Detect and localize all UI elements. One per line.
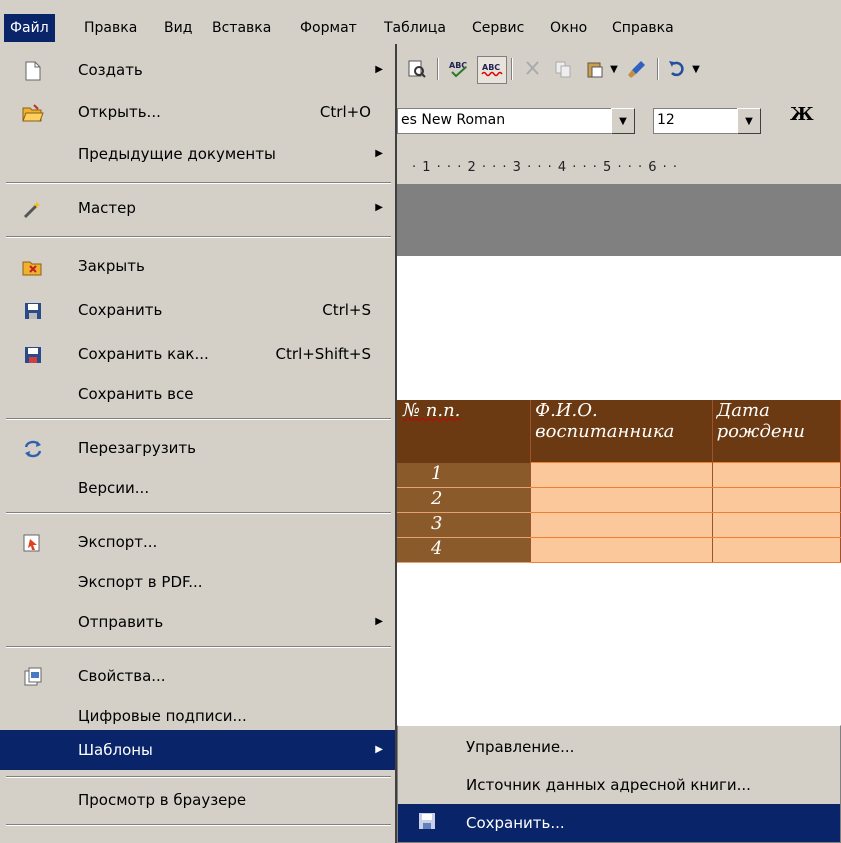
font-size-combo[interactable]: 12 (653, 108, 744, 134)
file-menu-properties[interactable]: Свойства... (0, 656, 395, 696)
menu-window[interactable]: Окно (544, 14, 593, 42)
table-header-date: Дата рождени (712, 400, 841, 463)
paste-icon[interactable] (581, 56, 609, 82)
file-menu-export[interactable]: Экспорт... (0, 522, 395, 562)
table-cell[interactable] (711, 512, 841, 538)
reload-icon (22, 438, 44, 460)
file-menu-dropdown: Создать ▶ Открыть... Ctrl+O Предыдущие д… (0, 44, 397, 843)
submenu-arrow-icon: ▶ (375, 64, 383, 75)
table-row-num[interactable]: 1 (397, 462, 532, 488)
file-menu-wizard[interactable]: Мастер ▶ (0, 188, 395, 228)
copy-icon[interactable] (549, 56, 577, 82)
file-menu-save-all[interactable]: Сохранить все (0, 374, 395, 414)
font-name-dropdown-icon[interactable]: ▼ (611, 108, 635, 134)
file-menu-preview-browser[interactable]: Просмотр в браузере (0, 780, 395, 820)
table-cell[interactable] (711, 462, 841, 488)
bold-button[interactable]: Ж (790, 104, 814, 125)
table-row-num[interactable]: 4 (397, 537, 532, 563)
page-preview-icon[interactable] (403, 56, 431, 82)
font-size-dropdown-icon[interactable]: ▼ (737, 108, 761, 134)
document-table[interactable]: № п.п. Ф.И.О. воспитанника Дата рождени … (397, 400, 841, 563)
save-template-icon (416, 812, 438, 834)
file-menu-close[interactable]: Закрыть (0, 246, 395, 286)
file-menu-recent[interactable]: Предыдущие документы ▶ (0, 134, 395, 174)
autospellcheck-icon[interactable]: ABC (477, 56, 507, 84)
ruler[interactable]: · 1 · · · 2 · · · 3 · · · 4 · · · 5 · · … (397, 150, 841, 184)
menu-bar: Файл Правка Вид Вставка Формат Таблица С… (0, 0, 841, 44)
standard-toolbar: ABC ABC ▼ ▼ (397, 44, 841, 94)
table-row-num[interactable]: 2 (397, 487, 532, 513)
file-menu-send[interactable]: Отправить ▶ (0, 602, 395, 642)
cut-icon[interactable] (519, 56, 547, 82)
menu-format[interactable]: Формат (294, 14, 363, 42)
submenu-arrow-icon: ▶ (375, 616, 383, 627)
table-cell[interactable] (711, 487, 841, 513)
save-floppy-icon (22, 300, 44, 322)
spellcheck-icon[interactable]: ABC (445, 56, 473, 82)
menu-insert[interactable]: Вставка (206, 14, 277, 42)
undo-icon[interactable] (663, 56, 691, 82)
close-document-icon (22, 256, 44, 278)
file-menu-new[interactable]: Создать ▶ (0, 50, 395, 90)
paste-dropdown-icon[interactable]: ▼ (607, 56, 621, 82)
menu-help[interactable]: Справка (606, 14, 680, 42)
templates-submenu: Управление... Источник данных адресной к… (397, 725, 841, 843)
table-cell[interactable] (530, 537, 713, 563)
svg-text:ABC: ABC (482, 63, 500, 72)
file-menu-save-as[interactable]: Сохранить как... Ctrl+Shift+S (0, 334, 395, 374)
table-header-fio: Ф.И.О. воспитанника (530, 400, 713, 463)
table-cell[interactable] (711, 537, 841, 563)
format-paintbrush-icon[interactable] (623, 56, 651, 82)
table-cell[interactable] (530, 512, 713, 538)
table-row-num[interactable]: 3 (397, 512, 532, 538)
file-menu-open[interactable]: Открыть... Ctrl+O (0, 92, 395, 132)
wizard-icon (22, 198, 44, 220)
formatting-toolbar: es New Roman ▼ 12 ▼ (397, 94, 841, 144)
save-as-icon (22, 344, 44, 366)
templates-manage[interactable]: Управление... (398, 728, 840, 766)
file-menu-templates[interactable]: Шаблоны ▶ (0, 730, 395, 770)
file-menu-versions[interactable]: Версии... (0, 468, 395, 508)
submenu-arrow-icon: ▶ (375, 744, 383, 755)
undo-dropdown-icon[interactable]: ▼ (689, 56, 703, 82)
submenu-arrow-icon: ▶ (375, 148, 383, 159)
table-header-num: № п.п. (397, 400, 532, 463)
menu-table[interactable]: Таблица (378, 14, 452, 42)
templates-save[interactable]: Сохранить... (398, 804, 840, 842)
file-menu-reload[interactable]: Перезагрузить (0, 428, 395, 468)
file-menu-save[interactable]: Сохранить Ctrl+S (0, 290, 395, 330)
menu-tools[interactable]: Сервис (466, 14, 530, 42)
export-icon (22, 532, 44, 554)
new-document-icon (22, 60, 44, 82)
menu-file[interactable]: Файл (4, 14, 55, 42)
file-menu-export-pdf[interactable]: Экспорт в PDF... (0, 562, 395, 602)
font-name-combo[interactable]: es New Roman (397, 108, 618, 134)
submenu-arrow-icon: ▶ (375, 202, 383, 213)
table-cell[interactable] (530, 487, 713, 513)
templates-address-book-source[interactable]: Источник данных адресной книги... (398, 766, 840, 804)
open-folder-icon (22, 102, 44, 124)
document-background (397, 184, 841, 256)
ruler-marks: · 1 · · · 2 · · · 3 · · · 4 · · · 5 · · … (412, 160, 679, 175)
menu-edit[interactable]: Правка (78, 14, 143, 42)
properties-icon (22, 666, 44, 688)
menu-view[interactable]: Вид (158, 14, 198, 42)
table-cell[interactable] (530, 462, 713, 488)
